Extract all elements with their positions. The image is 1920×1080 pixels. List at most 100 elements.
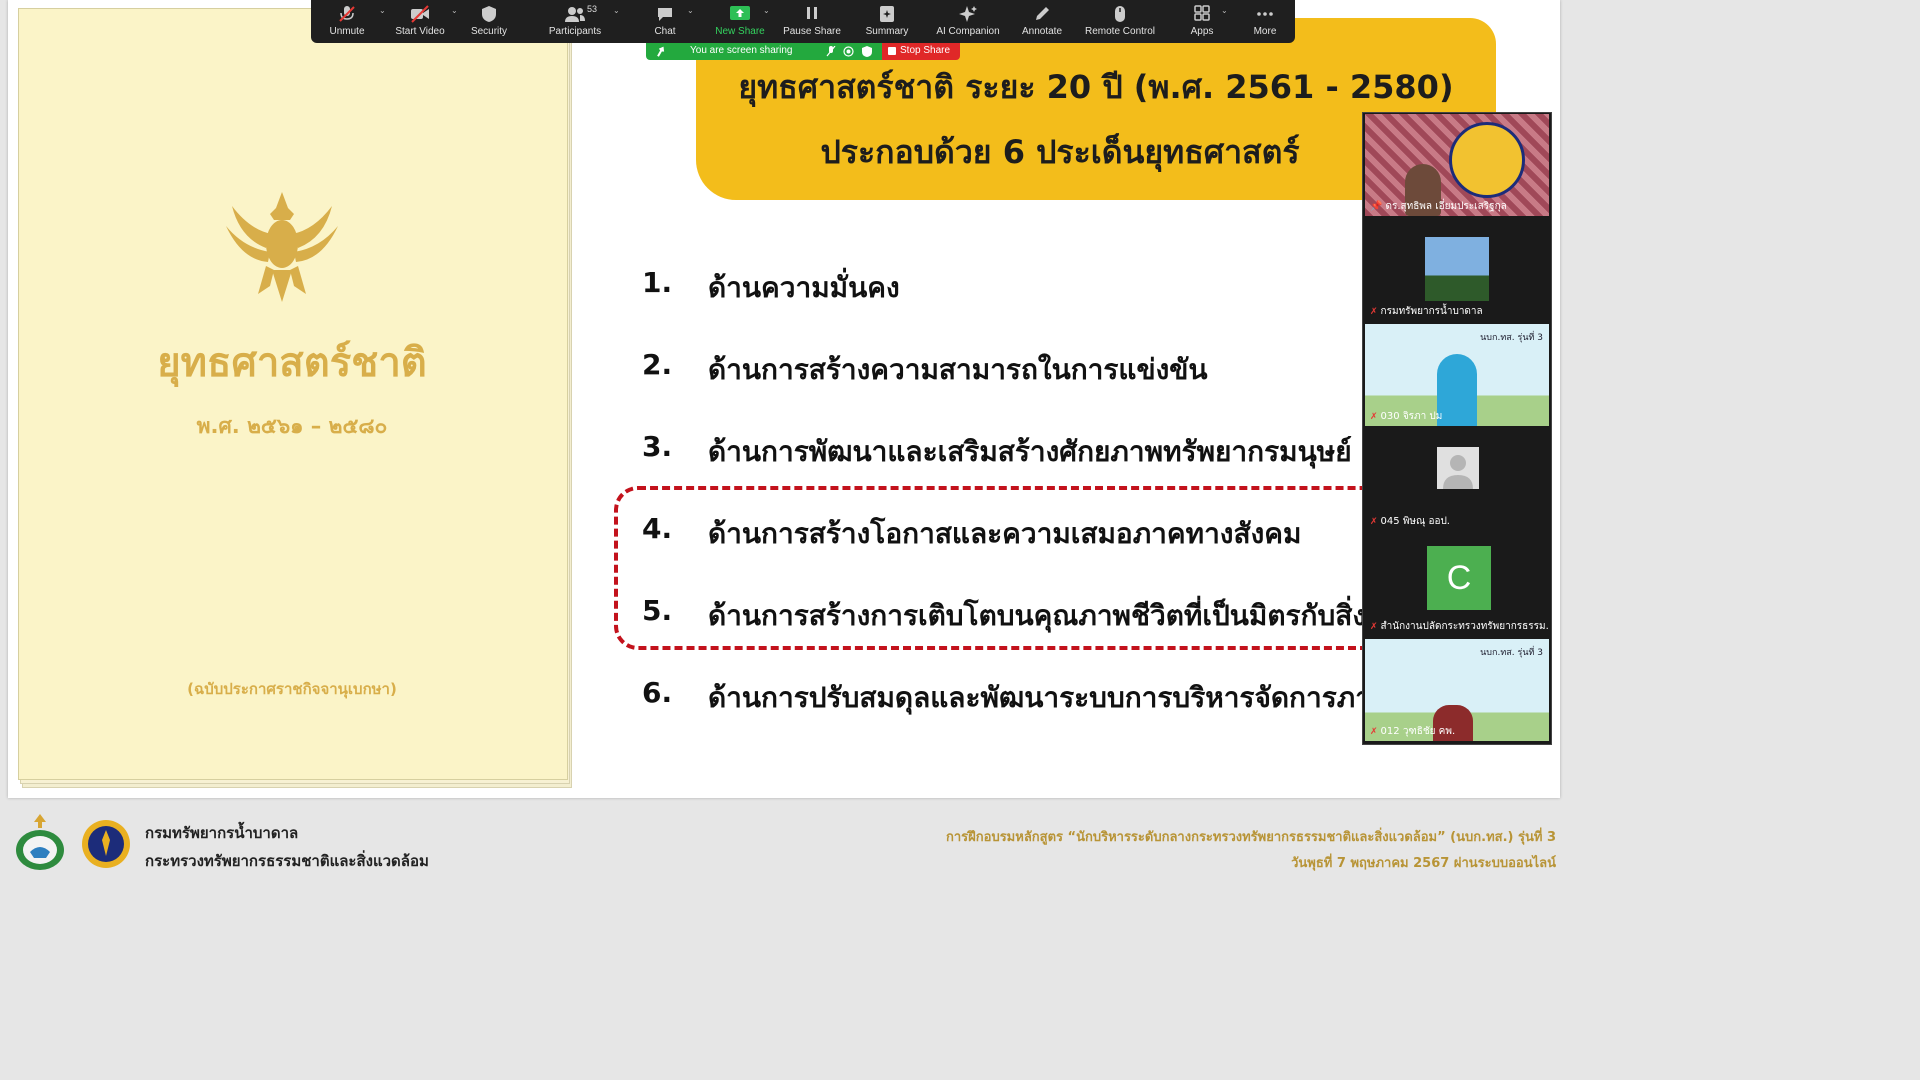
item-text: ด้านการปรับสมดุลและพัฒนาระบบการบริหารจัด… bbox=[708, 681, 1362, 714]
chat-button[interactable]: Chat ⌄ bbox=[645, 0, 693, 43]
book-title: ยุทธศาสตร์ชาติ bbox=[157, 340, 427, 386]
participant-tile[interactable]: นบก.ทส. รุ่นที่ 3 ✗ 012 วุฑธิชัย คพ. bbox=[1365, 639, 1549, 741]
pen-icon bbox=[1031, 5, 1053, 23]
pin-icon bbox=[657, 46, 665, 57]
pause-share-button[interactable]: Pause Share bbox=[783, 0, 841, 43]
zoom-toolbar: Unmute ⌄ Start Video ⌄ Security Particip… bbox=[311, 0, 1295, 43]
participant-count: 53 bbox=[587, 4, 598, 14]
security-button[interactable]: Security bbox=[467, 0, 511, 43]
more-dots-icon bbox=[1254, 5, 1276, 23]
participants-icon bbox=[564, 5, 586, 23]
toolbar-label: Unmute bbox=[329, 26, 365, 37]
chevron-down-icon[interactable]: ⌄ bbox=[687, 6, 694, 15]
toolbar-label: Summary bbox=[865, 26, 909, 37]
stop-share-button[interactable]: Stop Share bbox=[882, 43, 960, 60]
toolbar-label: Chat bbox=[654, 26, 676, 37]
shield-icon[interactable] bbox=[862, 46, 872, 57]
record-icon[interactable] bbox=[843, 46, 854, 57]
toolbar-label: AI Companion bbox=[936, 26, 1000, 37]
stop-share-label: Stop Share bbox=[900, 45, 951, 56]
apps-button[interactable]: Apps ⌄ bbox=[1187, 0, 1228, 43]
shield-icon bbox=[478, 5, 500, 23]
item-text: ด้านการสร้างความสามารถในการแข่งขัน bbox=[708, 353, 1208, 386]
participant-name: 📌 ดร.สุทธิพล เอี่ยมประเสริฐกุล bbox=[1370, 201, 1507, 212]
chevron-down-icon[interactable]: ⌄ bbox=[379, 6, 386, 15]
toolbar-label: Start Video bbox=[395, 26, 445, 37]
chat-icon bbox=[654, 5, 676, 23]
new-share-button[interactable]: New Share ⌄ bbox=[713, 0, 770, 43]
mic-muted-icon: ✗ bbox=[1370, 622, 1378, 632]
book-cover bbox=[18, 8, 568, 780]
book-years: พ.ศ. ๒๕๖๑ – ๒๕๘๐ bbox=[196, 414, 388, 438]
stop-square-icon bbox=[888, 47, 896, 55]
participant-name: ✗ สำนักงานปลัดกระทรวงทรัพยากรธรรม... bbox=[1370, 621, 1549, 632]
participant-tile[interactable]: 📌 ดร.สุทธิพล เอี่ยมประเสริฐกุล bbox=[1365, 114, 1549, 216]
course-title: การฝึกอบรมหลักสูตร “นักบริหารระดับกลางกร… bbox=[946, 830, 1556, 845]
chevron-down-icon[interactable]: ⌄ bbox=[763, 6, 770, 15]
item-number: 2. bbox=[642, 348, 673, 381]
annotate-button[interactable]: Annotate bbox=[1019, 0, 1065, 43]
avatar bbox=[1437, 447, 1479, 489]
highlight-dashed-box bbox=[614, 486, 1374, 650]
garuda-emblem-icon bbox=[226, 192, 338, 302]
participants-button[interactable]: Participants 53 ⌄ bbox=[545, 0, 620, 43]
participant-tile[interactable]: ✗ กรมทรัพยากรน้ำบาดาล bbox=[1365, 219, 1549, 321]
participant-name: ✗ 030 จิรภา ปม bbox=[1370, 411, 1443, 422]
ai-companion-button[interactable]: AI Companion bbox=[935, 0, 1001, 43]
toolbar-label: New Share bbox=[715, 26, 765, 37]
department-logo-icon bbox=[16, 814, 64, 870]
tile-overlay-text: นบก.ทส. รุ่นที่ 3 bbox=[1480, 333, 1543, 343]
mic-muted-icon bbox=[336, 5, 358, 23]
participant-name: ✗ 012 วุฑธิชัย คพ. bbox=[1370, 726, 1456, 737]
item-number: 3. bbox=[642, 430, 673, 463]
item-number: 1. bbox=[642, 266, 673, 299]
banner-title: ยุทธศาสตร์ชาติ ระยะ 20 ปี (พ.ศ. 2561 - 2… bbox=[738, 68, 1454, 106]
avatar: C bbox=[1427, 546, 1491, 610]
item-text: ด้านการพัฒนาและเสริมสร้างศักยภาพทรัพยากร… bbox=[708, 435, 1352, 468]
toolbar-label: Apps bbox=[1190, 26, 1214, 37]
chevron-down-icon[interactable]: ⌄ bbox=[613, 6, 620, 15]
banner-subtitle: ประกอบด้วย 6 ประเด็นยุทธศาสตร์ bbox=[820, 133, 1300, 171]
participant-tile[interactable]: นบก.ทส. รุ่นที่ 3 ✗ 030 จิรภา ปม bbox=[1365, 324, 1549, 426]
mic-muted-icon: ✗ bbox=[1370, 517, 1378, 527]
sparkle-icon bbox=[957, 5, 979, 23]
mouse-icon bbox=[1109, 5, 1131, 23]
agency-seal-icon bbox=[1449, 122, 1525, 198]
mic-muted-icon: ✗ bbox=[1370, 727, 1378, 737]
ministry-seal-icon bbox=[82, 820, 130, 868]
pin-icon: 📌 bbox=[1370, 201, 1383, 212]
summary-icon bbox=[876, 5, 898, 23]
chevron-down-icon[interactable]: ⌄ bbox=[1221, 6, 1228, 15]
toolbar-label: Annotate bbox=[1021, 26, 1063, 37]
screen-sharing-bar[interactable]: You are screen sharing bbox=[646, 43, 882, 60]
tile-overlay-text: นบก.ทส. รุ่นที่ 3 bbox=[1480, 648, 1543, 658]
ministry-name: กระทรวงทรัพยากรธรรมชาติและสิ่งแวดล้อม bbox=[145, 852, 429, 870]
mic-muted-icon: ✗ bbox=[1370, 412, 1378, 422]
apps-icon bbox=[1191, 5, 1213, 23]
participant-panel: 📌 ดร.สุทธิพล เอี่ยมประเสริฐกุล ✗ กรมทรัพยา… bbox=[1362, 112, 1552, 745]
start-video-button[interactable]: Start Video ⌄ bbox=[395, 0, 458, 43]
chevron-down-icon[interactable]: ⌄ bbox=[451, 6, 458, 15]
remote-control-button[interactable]: Remote Control bbox=[1085, 0, 1155, 43]
participant-name: ✗ 045 พิษณุ ออป. bbox=[1370, 516, 1450, 527]
sharing-status: You are screen sharing bbox=[690, 45, 793, 56]
mic-muted-icon: ✗ bbox=[1370, 307, 1378, 317]
book-edition: (ฉบับประกาศราชกิจจานุเบกษา) bbox=[187, 680, 397, 698]
mic-muted-icon[interactable] bbox=[826, 46, 836, 57]
more-button[interactable]: More bbox=[1247, 0, 1283, 43]
participant-tile[interactable]: ✗ 045 พิษณุ ออป. bbox=[1365, 429, 1549, 531]
summary-button[interactable]: Summary bbox=[863, 0, 911, 43]
participant-tile[interactable]: C ✗ สำนักงานปลัดกระทรวงทรัพยากรธรรม... bbox=[1365, 534, 1549, 636]
toolbar-label: Pause Share bbox=[783, 26, 841, 37]
item-text: ด้านความมั่นคง bbox=[708, 271, 900, 304]
toolbar-label: Security bbox=[470, 26, 508, 37]
pause-icon bbox=[801, 5, 823, 23]
participant-name: ✗ กรมทรัพยากรน้ำบาดาล bbox=[1370, 306, 1483, 317]
org-name: กรมทรัพยากรน้ำบาดาล bbox=[145, 824, 299, 842]
unmute-button[interactable]: Unmute ⌄ bbox=[325, 0, 386, 43]
person-silhouette bbox=[1437, 354, 1477, 426]
toolbar-label: Participants bbox=[548, 26, 602, 37]
course-date: วันพุธที่ 7 พฤษภาคม 2567 ผ่านระบบออนไลน์ bbox=[1291, 856, 1556, 871]
video-off-icon bbox=[409, 5, 431, 23]
item-number: 6. bbox=[642, 676, 673, 709]
